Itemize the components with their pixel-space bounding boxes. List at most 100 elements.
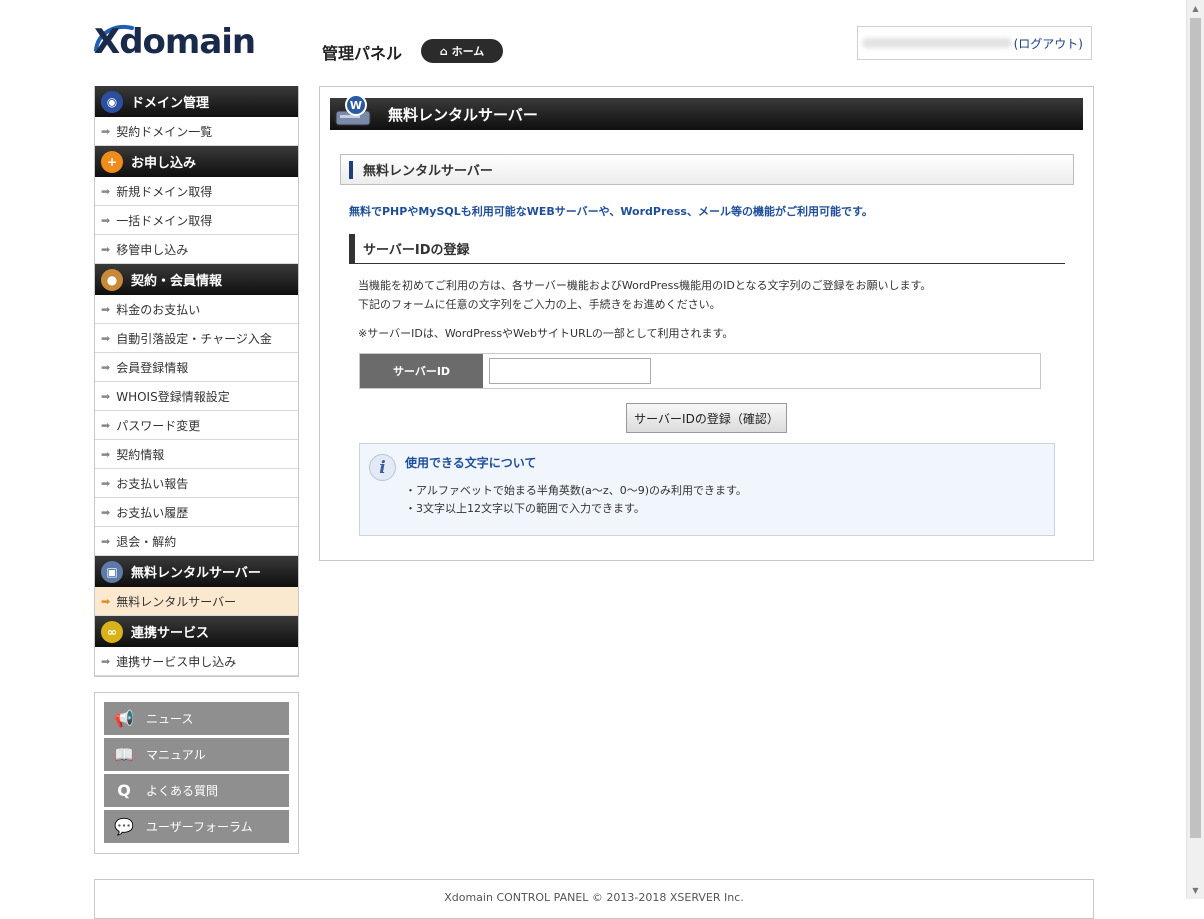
arrow-right-icon: ➡ <box>101 389 111 403</box>
arrow-right-icon: ➡ <box>101 184 111 198</box>
info-box: i 使用できる文字について ・アルファベットで始まる半角英数(a～z、0～9)の… <box>359 443 1055 536</box>
section-heading-text: サーバーIDの登録 <box>363 243 470 258</box>
logo[interactable]: Xdomain <box>94 22 256 62</box>
sidebar-item[interactable]: ➡ お支払い履歴 <box>95 498 298 527</box>
user-icon: ● <box>101 268 123 291</box>
sidebar-section-title: お申し込み <box>131 156 197 171</box>
home-label: ホーム <box>451 45 485 58</box>
server-id-input[interactable] <box>489 358 651 384</box>
arrow-right-icon: ➡ <box>101 594 111 608</box>
home-icon: ⌂ <box>439 44 448 58</box>
register-server-id-button[interactable]: サーバーIDの登録（確認） <box>626 403 787 433</box>
description-line-1: 当機能を初めてご利用の方は、各サーバー機能およびWordPress機能用のIDと… <box>358 279 932 292</box>
sidebar-item[interactable]: ➡ 退会・解約 <box>95 527 298 556</box>
sidebar-section-title: 契約・会員情報 <box>131 274 223 289</box>
main-panel: 無料レンタルサーバー W 無料レンタルサーバー 無料でPHPやMySQLも利用可… <box>319 86 1094 561</box>
sidebar-item[interactable]: ➡ WHOIS登録情報設定 <box>95 382 298 411</box>
chat-icon: 💬 <box>114 817 134 836</box>
sidebar-link-label: よくある質問 <box>146 784 219 798</box>
arrow-right-icon: ➡ <box>101 505 111 519</box>
sidebar-section-title: 無料レンタルサーバー <box>131 566 261 581</box>
lead-text: 無料でPHPやMySQLも利用可能なWEBサーバーや、WordPress、メール… <box>349 205 873 218</box>
sidebar-item-label: 無料レンタルサーバー <box>116 594 237 609</box>
logout-link[interactable]: (ログアウト) <box>1014 35 1083 52</box>
globe-icon: ◉ <box>101 90 123 113</box>
plus-icon: + <box>101 150 123 173</box>
sidebar-section-heading: ● 契約・会員情報 <box>95 264 298 295</box>
sidebar-item[interactable]: ➡ 料金のお支払い <box>95 295 298 324</box>
info-line-1: ・アルファベットで始まる半角英数(a～z、0～9)のみ利用できます。 <box>405 484 747 497</box>
megaphone-icon: 📢 <box>114 709 134 728</box>
arrow-right-icon: ➡ <box>101 124 111 138</box>
sub-heading-text: 無料レンタルサーバー <box>363 164 493 179</box>
sub-heading: 無料レンタルサーバー <box>340 154 1074 185</box>
sidebar-item[interactable]: ➡ お支払い報告 <box>95 469 298 498</box>
sidebar-link-button[interactable]: 💬 ユーザーフォーラム <box>104 810 289 843</box>
sidebar-item-label: 連携サービス申し込み <box>116 654 237 669</box>
sidebar-item[interactable]: ➡ 一括ドメイン取得 <box>95 206 298 235</box>
sidebar-item[interactable]: ➡ 移管申し込み <box>95 235 298 264</box>
sidebar-item-label: お支払い履歴 <box>116 505 189 520</box>
sidebar-links: 📢 ニュース 📖 マニュアル Q よくある質問 💬 ユーザーフォーラム <box>94 692 299 854</box>
description: 当機能を初めてご利用の方は、各サーバー機能およびWordPress機能用のIDと… <box>358 276 931 314</box>
sidebar-item-label: 自動引落設定・チャージ入金 <box>116 331 272 346</box>
sidebar-link-button[interactable]: Q よくある質問 <box>104 774 289 807</box>
sidebar: ◉ ドメイン管理 ➡ 契約ドメイン一覧 + お申し込み ➡ 新規ドメイン取得 ➡ 一括ドメイン取得… <box>94 86 299 677</box>
section-heading: サーバーIDの登録 <box>349 234 1065 264</box>
sidebar-item-label: 料金のお支払い <box>116 302 201 317</box>
sidebar-item[interactable]: ➡ 契約ドメイン一覧 <box>95 117 298 146</box>
sidebar-item[interactable]: ➡ 新規ドメイン取得 <box>95 177 298 206</box>
scroll-up-icon[interactable]: ▲ <box>1187 0 1204 17</box>
arrow-right-icon: ➡ <box>101 476 111 490</box>
sidebar-section-heading: ▣ 無料レンタルサーバー <box>95 556 298 587</box>
server-wordpress-icon: W <box>335 94 371 126</box>
sidebar-item-label: 契約ドメイン一覧 <box>116 124 213 139</box>
sidebar-item-label: WHOIS登録情報設定 <box>116 389 230 404</box>
sidebar-item-label: 移管申し込み <box>116 242 189 257</box>
sidebar-item-label: 契約情報 <box>116 447 165 462</box>
note-text: ※サーバーIDは、WordPressやWebサイトURLの一部として利用されます… <box>358 327 734 340</box>
scroll-down-icon[interactable]: ▼ <box>1187 882 1204 899</box>
scroll-thumb[interactable] <box>1190 18 1201 838</box>
arrow-right-icon: ➡ <box>101 447 111 461</box>
sidebar-item-label: お支払い報告 <box>116 476 189 491</box>
arrow-right-icon: ➡ <box>101 654 111 668</box>
sidebar-item[interactable]: ➡ 契約情報 <box>95 440 298 469</box>
sidebar-link-button[interactable]: 📢 ニュース <box>104 702 289 735</box>
sidebar-link-label: ユーザーフォーラム <box>146 820 253 834</box>
footer: Xdomain CONTROL PANEL © 2013-2018 XSERVE… <box>94 879 1094 919</box>
sidebar-item[interactable]: ➡ 自動引落設定・チャージ入金 <box>95 324 298 353</box>
server-id-form-row: サーバーID <box>359 353 1041 389</box>
sidebar-item[interactable]: ➡ パスワード変更 <box>95 411 298 440</box>
user-box: (ログアウト) <box>857 26 1092 60</box>
panel-title: 管理パネル <box>322 44 403 63</box>
info-title: 使用できる文字について <box>405 456 537 470</box>
sub-heading-bar <box>349 161 353 179</box>
home-button[interactable]: ⌂ ホーム <box>421 39 503 63</box>
sidebar-section-heading: ◉ ドメイン管理 <box>95 86 298 117</box>
sidebar-item-label: 退会・解約 <box>116 534 177 549</box>
book-icon: 📖 <box>114 745 134 764</box>
q-icon: Q <box>117 781 131 800</box>
info-icon: i <box>369 454 396 481</box>
server-id-label: サーバーID <box>360 354 483 388</box>
info-line-2: ・3文字以上12文字以下の範囲で入力できます。 <box>405 502 645 515</box>
arrow-right-icon: ➡ <box>101 360 111 374</box>
sidebar-section-title: ドメイン管理 <box>131 96 210 111</box>
sidebar-item[interactable]: ➡ 会員登録情報 <box>95 353 298 382</box>
page-title: 無料レンタルサーバー <box>330 98 1083 130</box>
sidebar-section-heading: ∞ 連携サービス <box>95 616 298 647</box>
sidebar-link-button[interactable]: 📖 マニュアル <box>104 738 289 771</box>
sidebar-item[interactable]: ➡ 無料レンタルサーバー <box>95 587 298 616</box>
page-title-text: 無料レンタルサーバー <box>388 105 538 124</box>
arrow-right-icon: ➡ <box>101 331 111 345</box>
description-line-2: 下記のフォームに任意の文字列をご入力の上、手続きをお進めください。 <box>358 298 721 311</box>
sidebar-item-label: 新規ドメイン取得 <box>116 184 213 199</box>
sidebar-item-label: 会員登録情報 <box>116 360 189 375</box>
arrow-right-icon: ➡ <box>101 418 111 432</box>
arrow-right-icon: ➡ <box>101 534 111 548</box>
sidebar-item[interactable]: ➡ 連携サービス申し込み <box>95 647 298 676</box>
link-icon: ∞ <box>101 620 123 643</box>
vertical-scrollbar[interactable]: ▲ ▼ <box>1186 0 1204 899</box>
svg-text:W: W <box>350 99 362 112</box>
